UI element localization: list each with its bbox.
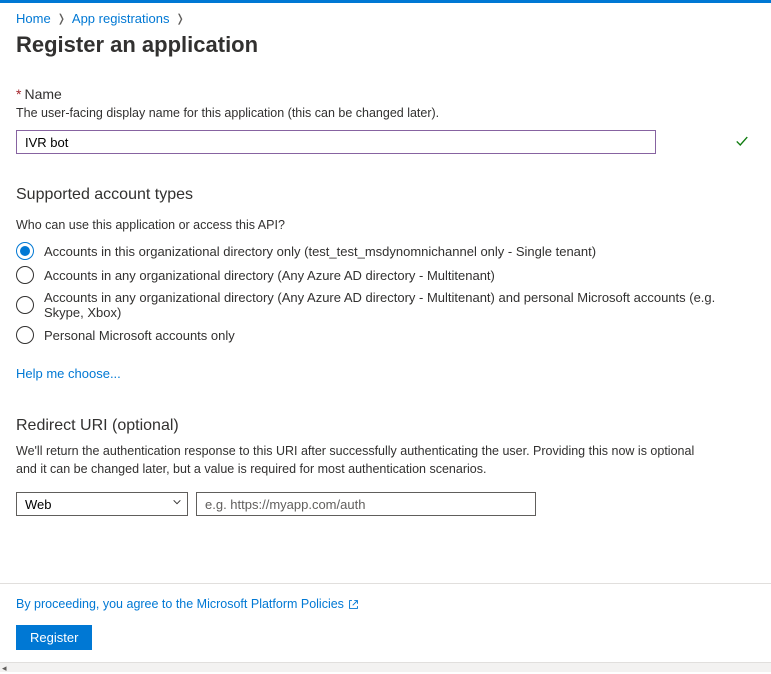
name-label: Name <box>24 86 61 102</box>
external-link-icon <box>348 599 359 610</box>
account-types-radiogroup: Accounts in this organizational director… <box>16 242 755 344</box>
platform-policies-link[interactable]: By proceeding, you agree to the Microsof… <box>16 597 359 611</box>
platform-select[interactable]: Web <box>16 492 188 516</box>
required-star-icon: * <box>16 86 21 102</box>
account-type-option-multitenant-personal[interactable]: Accounts in any organizational directory… <box>16 290 755 320</box>
account-types-heading: Supported account types <box>16 186 755 204</box>
radio-icon <box>16 296 34 314</box>
breadcrumb: Home ❭ App registrations ❭ <box>16 11 755 26</box>
help-me-choose-wrap: Help me choose... <box>16 366 755 381</box>
chevron-right-icon: ❭ <box>175 12 184 25</box>
horizontal-scrollbar[interactable]: ◂ <box>0 662 771 672</box>
account-type-option-multitenant[interactable]: Accounts in any organizational directory… <box>16 266 755 284</box>
radio-label: Accounts in any organizational directory… <box>44 290 755 320</box>
scroll-left-arrow-icon: ◂ <box>2 663 7 674</box>
help-me-choose-link[interactable]: Help me choose... <box>16 366 121 381</box>
platform-select-wrap: Web <box>16 492 188 516</box>
radio-label: Accounts in any organizational directory… <box>44 268 495 283</box>
redirect-heading: Redirect URI (optional) <box>16 417 755 435</box>
redirect-description: We'll return the authentication response… <box>16 443 696 478</box>
radio-label: Accounts in this organizational director… <box>44 244 596 259</box>
radio-icon <box>16 266 34 284</box>
breadcrumb-app-registrations[interactable]: App registrations <box>72 11 170 26</box>
breadcrumb-home[interactable]: Home <box>16 11 51 26</box>
policy-link-text: By proceeding, you agree to the Microsof… <box>16 597 344 611</box>
checkmark-icon <box>735 134 749 151</box>
radio-icon <box>16 242 34 260</box>
radio-label: Personal Microsoft accounts only <box>44 328 235 343</box>
redirect-uri-input[interactable] <box>196 492 536 516</box>
page-title: Register an application <box>16 32 755 58</box>
register-button[interactable]: Register <box>16 625 92 650</box>
name-input[interactable] <box>16 130 656 154</box>
name-input-wrap <box>16 130 755 154</box>
main-content: Home ❭ App registrations ❭ Register an a… <box>0 3 771 583</box>
account-types-question: Who can use this application or access t… <box>16 218 755 232</box>
account-type-option-single-tenant[interactable]: Accounts in this organizational director… <box>16 242 755 260</box>
account-type-option-personal-only[interactable]: Personal Microsoft accounts only <box>16 326 755 344</box>
redirect-row: Web <box>16 492 755 516</box>
footer: By proceeding, you agree to the Microsof… <box>0 583 771 662</box>
name-description: The user-facing display name for this ap… <box>16 106 755 120</box>
chevron-right-icon: ❭ <box>57 12 66 25</box>
name-label-row: *Name <box>16 86 755 102</box>
radio-icon <box>16 326 34 344</box>
